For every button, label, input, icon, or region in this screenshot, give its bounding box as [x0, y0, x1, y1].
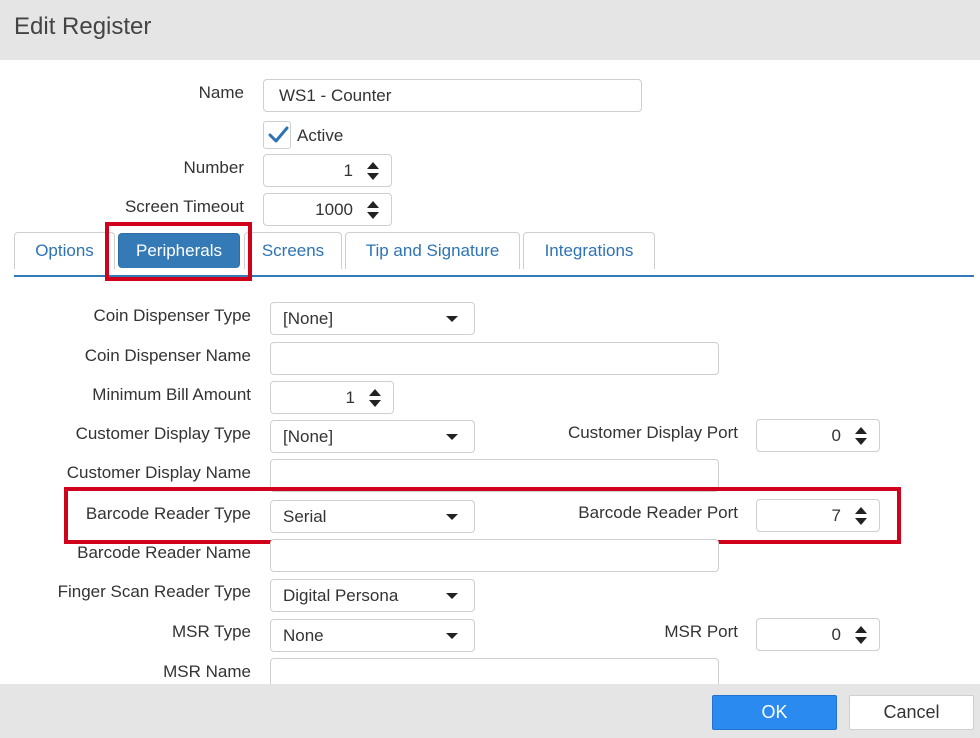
screen-timeout-stepper[interactable]: 1000 — [263, 193, 392, 226]
coin-dispenser-type-label: Coin Dispenser Type — [93, 306, 252, 325]
dialog-titlebar: Edit Register — [0, 0, 980, 60]
spinner-arrows-icon[interactable] — [369, 387, 381, 409]
minimum-bill-amount-value: 1 — [345, 387, 355, 407]
msr-type-value: None — [283, 625, 324, 645]
finger-scan-reader-type-select[interactable]: Digital Persona — [270, 579, 475, 612]
dialog-title: Edit Register — [14, 13, 152, 40]
spinner-arrows-icon[interactable] — [855, 425, 867, 447]
customer-display-port-label: Customer Display Port — [567, 423, 738, 442]
ok-button[interactable]: OK — [712, 695, 837, 730]
name-input-value: WS1 - Counter — [279, 85, 392, 105]
finger-scan-reader-type-label: Finger Scan Reader Type — [57, 582, 251, 601]
tab-tip-and-signature[interactable]: Tip and Signature — [345, 232, 520, 269]
customer-display-port-stepper[interactable]: 0 — [756, 419, 880, 452]
barcode-row-highlight — [64, 487, 901, 544]
name-input[interactable]: WS1 - Counter — [263, 79, 642, 112]
finger-scan-reader-type-value: Digital Persona — [283, 585, 399, 605]
active-label[interactable]: Active — [297, 126, 343, 146]
msr-type-select[interactable]: None — [270, 619, 475, 652]
msr-name-label: MSR Name — [163, 662, 251, 681]
tab-integrations[interactable]: Integrations — [523, 232, 655, 269]
minimum-bill-amount-stepper[interactable]: 1 — [270, 381, 394, 414]
spinner-arrows-icon[interactable] — [367, 199, 379, 221]
chevron-down-icon — [446, 592, 458, 599]
chevron-down-icon — [446, 315, 458, 322]
spinner-arrows-icon[interactable] — [367, 160, 379, 182]
barcode-reader-name-label: Barcode Reader Name — [77, 543, 251, 562]
coin-dispenser-name-input[interactable] — [270, 342, 719, 375]
spinner-arrows-icon[interactable] — [855, 624, 867, 646]
chevron-down-icon — [446, 632, 458, 639]
screen-timeout-label: Screen Timeout — [124, 197, 244, 216]
number-value: 1 — [343, 160, 353, 180]
active-checkbox[interactable] — [263, 121, 291, 149]
number-stepper[interactable]: 1 — [263, 154, 392, 187]
number-label: Number — [183, 158, 244, 177]
customer-display-type-value: [None] — [283, 426, 334, 446]
screen-timeout-value: 1000 — [315, 199, 353, 219]
minimum-bill-amount-label: Minimum Bill Amount — [92, 385, 251, 404]
msr-port-label: MSR Port — [664, 622, 738, 641]
customer-display-type-label: Customer Display Type — [75, 424, 251, 443]
peripherals-tab-highlight — [105, 222, 252, 281]
msr-type-label: MSR Type — [171, 622, 251, 641]
customer-display-name-label: Customer Display Name — [66, 463, 251, 482]
barcode-reader-name-input[interactable] — [270, 539, 719, 572]
coin-dispenser-name-label: Coin Dispenser Name — [84, 346, 251, 365]
tab-options[interactable]: Options — [14, 232, 115, 269]
coin-dispenser-type-value: [None] — [283, 308, 334, 328]
msr-port-value: 0 — [831, 624, 841, 644]
msr-port-stepper[interactable]: 0 — [756, 618, 880, 651]
coin-dispenser-type-select[interactable]: [None] — [270, 302, 475, 335]
chevron-down-icon — [446, 433, 458, 440]
customer-display-port-value: 0 — [831, 425, 841, 445]
cancel-button[interactable]: Cancel — [849, 695, 974, 730]
customer-display-type-select[interactable]: [None] — [270, 420, 475, 453]
name-label: Name — [198, 83, 244, 102]
check-icon — [268, 126, 289, 143]
tab-screens[interactable]: Screens — [244, 232, 342, 269]
